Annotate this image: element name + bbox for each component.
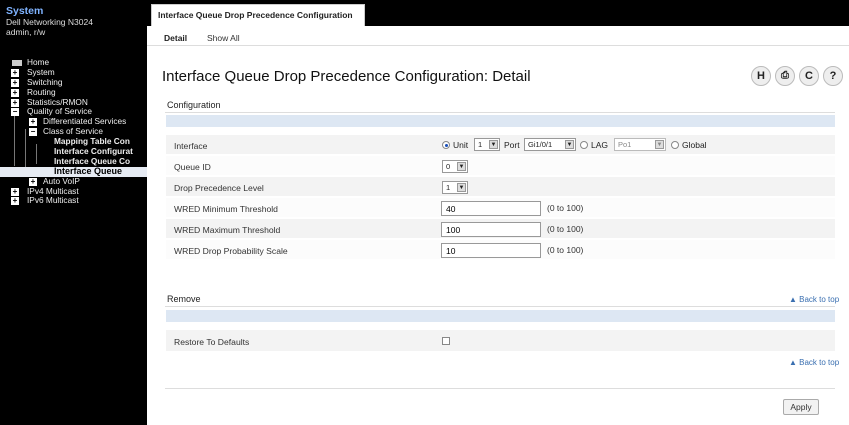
queue-id-select[interactable]: 0 ▼ bbox=[442, 160, 468, 173]
expand-icon[interactable]: + bbox=[29, 177, 37, 186]
table-header-bar bbox=[166, 115, 835, 127]
expand-icon[interactable]: + bbox=[11, 68, 19, 77]
subtab-bar: Detail Show All bbox=[147, 26, 849, 46]
home-icon bbox=[12, 60, 22, 66]
main-content: Interface Queue Drop Precedence Configur… bbox=[147, 48, 849, 425]
lag-value: Po1 bbox=[618, 140, 632, 149]
interface-label: Interface bbox=[174, 141, 208, 151]
restore-checkbox[interactable] bbox=[442, 337, 450, 345]
print-icon[interactable]: ⎙ bbox=[775, 66, 795, 86]
port-value: Gi1/0/1 bbox=[528, 140, 553, 149]
nav-item-mapping-table[interactable]: Mapping Table Con bbox=[0, 137, 147, 147]
wred-prob-label: WRED Drop Probability Scale bbox=[174, 246, 288, 256]
top-header: Interface Queue Drop Precedence Configur… bbox=[147, 0, 849, 48]
tab-show-all[interactable]: Show All bbox=[207, 33, 240, 43]
wred-max-input[interactable] bbox=[441, 222, 541, 237]
nav-item-switching[interactable]: + Switching bbox=[0, 78, 147, 88]
sidebar: System Dell Networking N3024 admin, r/w … bbox=[0, 0, 147, 425]
nav-item-auto-voip[interactable]: + Auto VoIP bbox=[0, 177, 147, 187]
chevron-down-icon: ▼ bbox=[457, 183, 466, 192]
nav-item-diffserv[interactable]: + Differentiated Services bbox=[0, 117, 147, 127]
divider bbox=[165, 388, 835, 389]
expand-icon[interactable]: + bbox=[11, 187, 19, 196]
expand-icon[interactable]: + bbox=[29, 118, 37, 127]
table-header-bar bbox=[166, 310, 835, 322]
refresh-icon[interactable]: C bbox=[799, 66, 819, 86]
nav-item-ipv6-multicast[interactable]: + IPv6 Multicast bbox=[0, 196, 147, 206]
unit-radio[interactable] bbox=[442, 141, 450, 149]
nav-tree: Home + System + Switching + Routing + St… bbox=[0, 56, 147, 206]
nav-item-interface-config[interactable]: Interface Configurat bbox=[0, 147, 147, 157]
restore-label: Restore To Defaults bbox=[174, 337, 250, 347]
nav-item-system[interactable]: + System bbox=[0, 68, 147, 78]
system-header: System Dell Networking N3024 admin, r/w bbox=[0, 0, 147, 56]
queue-id-label: Queue ID bbox=[174, 162, 211, 172]
device-name: Dell Networking N3024 bbox=[6, 17, 93, 27]
port-select[interactable]: Gi1/0/1 ▼ bbox=[524, 138, 576, 151]
port-label: Port bbox=[504, 140, 520, 150]
wred-min-range: (0 to 100) bbox=[547, 203, 584, 213]
unit-select[interactable]: 1 ▼ bbox=[474, 138, 500, 151]
nav-item-ipv4-multicast[interactable]: + IPv4 Multicast bbox=[0, 187, 147, 197]
lag-select[interactable]: Po1 ▼ bbox=[614, 138, 666, 151]
global-label: Global bbox=[682, 140, 707, 150]
nav-item-home[interactable]: Home bbox=[0, 58, 147, 68]
question-icon[interactable]: ? bbox=[823, 66, 843, 86]
nav-item-routing[interactable]: + Routing bbox=[0, 88, 147, 98]
apply-button[interactable]: Apply bbox=[783, 399, 819, 415]
chevron-down-icon: ▼ bbox=[655, 140, 664, 149]
wred-prob-range: (0 to 100) bbox=[547, 245, 584, 255]
nav-item-statistics[interactable]: + Statistics/RMON bbox=[0, 98, 147, 108]
help-icon[interactable]: H bbox=[751, 66, 771, 86]
page-title: Interface Queue Drop Precedence Configur… bbox=[162, 68, 531, 85]
drop-precedence-select[interactable]: 1 ▼ bbox=[442, 181, 468, 194]
collapse-icon[interactable]: − bbox=[11, 108, 19, 117]
expand-icon[interactable]: + bbox=[11, 197, 19, 206]
nav-item-interface-queue[interactable]: Interface Queue bbox=[0, 166, 147, 177]
divider bbox=[165, 306, 835, 307]
wred-max-range: (0 to 100) bbox=[547, 224, 584, 234]
chevron-down-icon: ▼ bbox=[489, 140, 498, 149]
expand-icon[interactable]: + bbox=[11, 98, 19, 107]
interface-row: Interface Unit 1 ▼ Port Gi1/0/1 ▼ LAG Po1 ▼… bbox=[166, 134, 835, 154]
tab-detail[interactable]: Detail bbox=[164, 33, 187, 43]
nav-item-interface-queue-config[interactable]: Interface Queue Co bbox=[0, 157, 147, 167]
queue-id-value: 0 bbox=[446, 162, 451, 171]
unit-value: 1 bbox=[478, 140, 483, 149]
configuration-section-title: Configuration bbox=[167, 100, 221, 110]
drop-precedence-row: Drop Precedence Level 1 ▼ bbox=[166, 176, 835, 196]
drop-precedence-value: 1 bbox=[446, 183, 451, 192]
nav-item-class-of-service[interactable]: − Class of Service bbox=[0, 127, 147, 137]
lag-radio[interactable] bbox=[580, 141, 588, 149]
page-tab[interactable]: Interface Queue Drop Precedence Configur… bbox=[151, 4, 365, 26]
user-info: admin, r/w bbox=[6, 27, 46, 37]
remove-section-title: Remove bbox=[167, 294, 201, 304]
system-title: System bbox=[6, 5, 44, 17]
wred-min-row: WRED Minimum Threshold (0 to 100) bbox=[166, 197, 835, 217]
wred-max-label: WRED Maximum Threshold bbox=[174, 225, 281, 235]
drop-precedence-label: Drop Precedence Level bbox=[174, 183, 264, 193]
unit-label: Unit bbox=[453, 140, 469, 150]
global-radio[interactable] bbox=[671, 141, 679, 149]
back-to-top-link[interactable]: ▲ Back to top bbox=[789, 358, 839, 367]
wred-prob-input[interactable] bbox=[441, 243, 541, 258]
collapse-icon[interactable]: − bbox=[29, 128, 37, 137]
wred-prob-row: WRED Drop Probability Scale (0 to 100) bbox=[166, 239, 835, 259]
divider bbox=[165, 112, 835, 113]
chevron-down-icon: ▼ bbox=[565, 140, 574, 149]
expand-icon[interactable]: + bbox=[11, 88, 19, 97]
wred-min-input[interactable] bbox=[441, 201, 541, 216]
nav-item-qos[interactable]: − Quality of Service bbox=[0, 107, 147, 117]
back-to-top-link[interactable]: ▲ Back to top bbox=[789, 295, 839, 304]
queue-id-row: Queue ID 0 ▼ bbox=[166, 155, 835, 175]
expand-icon[interactable]: + bbox=[11, 78, 19, 87]
wred-max-row: WRED Maximum Threshold (0 to 100) bbox=[166, 218, 835, 238]
lag-label: LAG bbox=[591, 140, 609, 150]
restore-row: Restore To Defaults bbox=[166, 329, 835, 351]
chevron-down-icon: ▼ bbox=[457, 162, 466, 171]
wred-min-label: WRED Minimum Threshold bbox=[174, 204, 278, 214]
